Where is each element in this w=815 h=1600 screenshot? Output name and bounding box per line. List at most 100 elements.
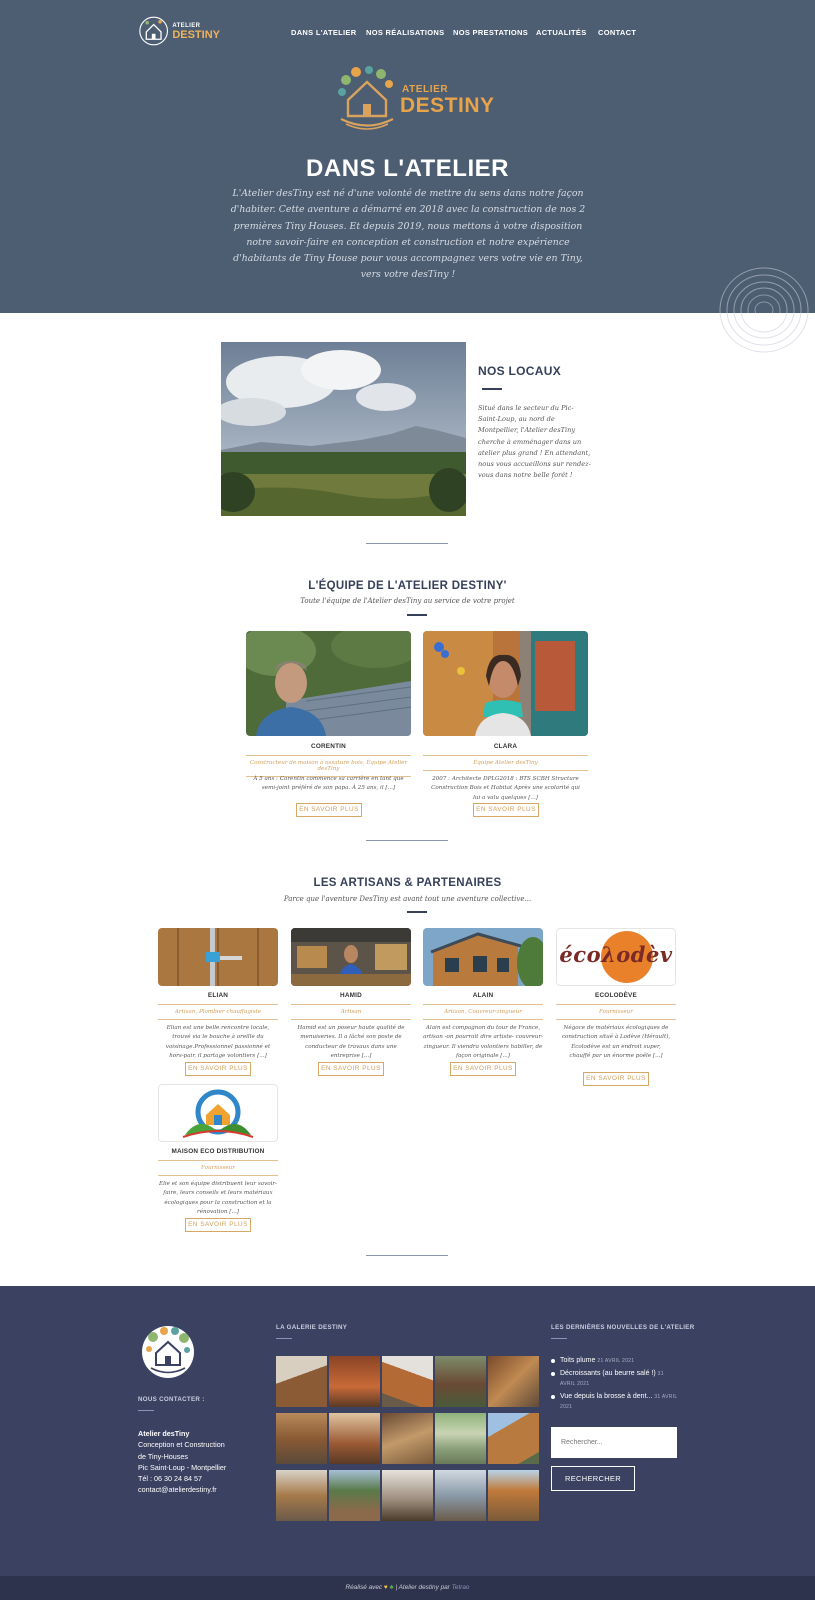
gallery-thumb[interactable] <box>488 1413 539 1464</box>
contact-line: Conception et Construction <box>138 1440 225 1450</box>
contact-name: Atelier desTiny <box>138 1429 190 1438</box>
footer-news-list: Toits plume 21 AVRIL 2021 Décroissants (… <box>550 1356 680 1415</box>
gallery-thumb[interactable] <box>435 1413 486 1464</box>
hero-logo-text-bottom: DESTINY <box>400 94 495 117</box>
artisan-logo-maison-eco[interactable] <box>158 1084 278 1142</box>
en-savoir-plus-button[interactable]: EN SAVOIR PLUS <box>296 803 362 817</box>
artisan-role: Fournisseur <box>556 1004 676 1020</box>
member-role: Constructeur de maison à ossature bois, … <box>246 755 411 777</box>
news-item[interactable]: Vue depuis la brosse à dent... 31 AVRIL … <box>550 1392 680 1413</box>
gallery-thumb[interactable] <box>435 1470 486 1521</box>
member-photo-corentin[interactable] <box>246 631 411 736</box>
artisan-name: ECOLODÈVE <box>595 992 637 999</box>
leaf-icon: ♣ <box>389 1584 394 1591</box>
artisans-title-bar <box>407 911 427 913</box>
contact-email[interactable]: contact@atelierdestiny.fr <box>138 1484 248 1495</box>
footer-gallery-heading: LA GALERIE DESTINY <box>276 1324 348 1331</box>
nav-item-contact[interactable]: CONTACT <box>598 28 636 37</box>
artisan-desc: Alain est compagnon du tour de France, a… <box>423 1025 544 1060</box>
artisan-desc: Elian est une belle rencontre locale, tr… <box>165 1025 271 1060</box>
member-name: CORENTIN <box>311 743 346 750</box>
en-savoir-plus-button[interactable]: EN SAVOIR PLUS <box>583 1072 649 1086</box>
section-divider <box>366 1255 448 1256</box>
gallery-thumb[interactable] <box>276 1470 327 1521</box>
search-button[interactable]: RECHERCHER <box>551 1466 635 1491</box>
gallery-thumb[interactable] <box>382 1356 433 1407</box>
credits-suffix: | Atelier destiny par <box>395 1584 450 1591</box>
member-desc: À 5 ans : Corentin commence sa carrière … <box>253 776 404 792</box>
hero-section: ATELIER DESTINY DANS L'ATELIER NOS RÉALI… <box>0 0 815 313</box>
footer-gallery <box>276 1356 540 1521</box>
main-nav: DANS L'ATELIER NOS RÉALISATIONS NOS PRES… <box>0 28 815 42</box>
equipe-title-bar <box>407 614 427 616</box>
member-role: Équipe Atelier desTiny <box>423 755 588 771</box>
contact-line: Pic Saint-Loup - Montpellier <box>138 1462 227 1472</box>
credits-prefix: Réalisé avec <box>345 1584 383 1591</box>
artisan-role: Artisan, Plombier chauffagiste <box>158 1004 278 1020</box>
gallery-thumb[interactable] <box>488 1470 539 1521</box>
gallery-thumb[interactable] <box>276 1413 327 1464</box>
locaux-text: Situé dans le secteur du Pic-Saint-Loup,… <box>478 404 591 480</box>
artisan-photo-hamid[interactable] <box>291 928 411 986</box>
news-item[interactable]: Décroissants (au beurre salé !) 31 AVRIL… <box>550 1369 680 1390</box>
footer-logo-icon[interactable] <box>139 1323 197 1381</box>
equipe-subtitle: Toute l'équipe de l'Atelier desTiny au s… <box>300 597 515 605</box>
news-title[interactable]: Toits plume <box>560 1357 595 1364</box>
nav-item-realisations[interactable]: NOS RÉALISATIONS <box>366 28 444 37</box>
footer-contact-heading: NOUS CONTACTER : <box>138 1396 205 1403</box>
locaux-title: NOS LOCAUX <box>478 364 562 378</box>
ecolodeve-logo-text: écoλodèv <box>559 942 673 967</box>
news-title[interactable]: Décroissants (au beurre salé !) <box>560 1370 656 1377</box>
search-input[interactable] <box>551 1427 677 1458</box>
footer-contact-block: Atelier desTiny Conception et Constructi… <box>138 1428 248 1496</box>
artisan-name: ALAIN <box>472 992 494 999</box>
contact-line: de Tiny-Houses <box>138 1451 188 1461</box>
gallery-thumb[interactable] <box>276 1356 327 1407</box>
news-title[interactable]: Vue depuis la brosse à dent... <box>560 1393 652 1400</box>
gallery-thumb[interactable] <box>382 1413 433 1464</box>
footer-news-heading: LES DERNIÈRES NOUVELLES DE L'ATELIER <box>551 1324 695 1331</box>
en-savoir-plus-button[interactable]: EN SAVOIR PLUS <box>473 803 539 817</box>
artisans-title: LES ARTISANS & PARTENAIRES <box>313 877 502 889</box>
hero-logo: ATELIER DESTINY <box>336 66 494 132</box>
en-savoir-plus-button[interactable]: EN SAVOIR PLUS <box>318 1062 384 1076</box>
gallery-thumb[interactable] <box>329 1470 380 1521</box>
member-name: CLARA <box>493 743 518 750</box>
artisan-role: Artisan, Couvreur-zingueur <box>423 1004 543 1020</box>
gallery-thumb[interactable] <box>435 1356 486 1407</box>
hero-intro-text: L'Atelier desTiny est né d'une volonté d… <box>230 188 586 281</box>
section-divider <box>366 543 448 544</box>
artisan-role: Fournisseur <box>158 1160 278 1176</box>
artisan-photo-elian[interactable] <box>158 928 278 986</box>
equipe-title: L'ÉQUIPE DE L'ATELIER DESTINY' <box>308 580 507 592</box>
artisan-name: MAISON ECO DISTRIBUTION <box>171 1148 265 1155</box>
artisan-photo-alain[interactable] <box>423 928 543 986</box>
credits-author-link[interactable]: Tetrao <box>452 1584 470 1591</box>
gallery-thumb[interactable] <box>488 1356 539 1407</box>
member-desc: 2007 : Architecte DPLG2018 : BTS SCBH St… <box>431 776 580 801</box>
artisan-role: Artisan <box>291 1004 411 1020</box>
artisans-subtitle: Parce que l'aventure DesTiny est avant t… <box>283 895 532 903</box>
artisan-logo-ecolodeve[interactable]: écoλodèv <box>556 928 676 986</box>
footer-heading-bar <box>551 1338 567 1339</box>
gallery-thumb[interactable] <box>329 1356 380 1407</box>
nav-item-actualites[interactable]: ACTUALITÉS <box>536 28 587 37</box>
en-savoir-plus-button[interactable]: EN SAVOIR PLUS <box>450 1062 516 1076</box>
nav-item-prestations[interactable]: NOS PRESTATIONS <box>453 28 528 37</box>
footer-heading-bar <box>138 1410 154 1411</box>
en-savoir-plus-button[interactable]: EN SAVOIR PLUS <box>185 1218 251 1232</box>
contact-phone[interactable]: Tél : 06 30 24 84 57 <box>138 1473 248 1484</box>
artisan-desc: Hamid est un poseur haute qualité de men… <box>297 1025 405 1060</box>
footer-credits: Réalisé avec ♥ ♣ | Atelier destiny par T… <box>0 1576 815 1600</box>
artisan-name: HAMID <box>340 992 362 999</box>
news-item[interactable]: Toits plume 21 AVRIL 2021 <box>550 1356 680 1367</box>
member-photo-clara[interactable] <box>423 631 588 736</box>
news-date: 21 AVRIL 2021 <box>597 1358 635 1364</box>
nav-item-atelier[interactable]: DANS L'ATELIER <box>291 28 356 37</box>
en-savoir-plus-button[interactable]: EN SAVOIR PLUS <box>185 1062 251 1076</box>
gallery-thumb[interactable] <box>329 1413 380 1464</box>
footer-heading-bar <box>276 1338 292 1339</box>
artisan-desc: Elie et son équipe distribuent leur savo… <box>159 1181 277 1216</box>
gallery-thumb[interactable] <box>382 1470 433 1521</box>
locaux-title-bar <box>482 388 502 390</box>
